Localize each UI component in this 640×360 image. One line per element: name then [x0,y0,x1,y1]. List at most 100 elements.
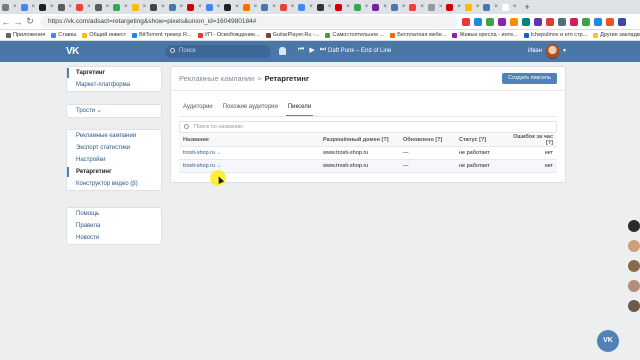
bookmark-item[interactable]: УП - Освобождение... [197,32,260,38]
url-input[interactable]: https://vk.com/adsact=retargeting&show=p… [40,15,458,28]
close-icon[interactable]: × [513,4,517,11]
sidebar-item-news[interactable]: Новости [67,232,161,244]
bookmark-item[interactable]: Другие закладки [593,32,640,38]
close-icon[interactable]: × [328,4,332,11]
col-status[interactable]: Статус [?] [455,134,503,147]
browser-tab-favicon[interactable] [279,3,287,11]
close-icon[interactable]: × [272,4,276,11]
track-title[interactable]: Daft Punk – End of Line [328,48,391,54]
close-icon[interactable]: × [50,4,54,11]
browser-tab-favicon[interactable] [205,3,213,11]
close-icon[interactable]: × [309,4,313,11]
extension-icon[interactable] [498,17,506,26]
extension-icon[interactable] [486,17,494,26]
close-icon[interactable]: × [143,4,147,11]
close-icon[interactable]: × [161,4,165,11]
chevron-down-icon[interactable]: ⌄ [217,150,222,156]
col-errors[interactable]: Ошибок за час [?] [503,134,557,147]
close-icon[interactable]: × [439,4,443,11]
browser-tab-favicon[interactable] [150,3,158,11]
table-row[interactable]: trosti-shop.ru ⌄ www.trosti-shop.ru — не… [179,159,557,173]
notifications-icon[interactable] [279,47,286,55]
sidebar-item-market[interactable]: Маркет-платформа [67,79,161,91]
close-icon[interactable]: × [87,4,91,11]
extension-icon[interactable] [558,17,566,26]
browser-tab-favicon[interactable] [168,3,176,11]
extension-icon[interactable] [594,17,602,26]
bookmark-item[interactable]: Живые кресла - инте... [452,32,518,38]
browser-tab-favicon[interactable] [335,3,343,11]
sidebar-item-campaigns[interactable]: Рекламные кампании [67,130,161,142]
browser-tab-favicon[interactable] [390,3,398,11]
chat-button[interactable]: VK [597,330,619,352]
new-tab-icon[interactable]: + [524,2,529,12]
reload-icon[interactable]: ↻ [24,16,36,27]
close-icon[interactable]: × [32,4,36,11]
bookmark-item[interactable]: GuitarPlayer.Ru -... [265,32,319,38]
browser-tab-favicon[interactable] [242,3,250,11]
sidebar-item-settings[interactable]: Настройки [67,154,161,166]
col-domain[interactable]: Разрешённый домен [?] [319,134,399,147]
close-icon[interactable]: × [291,4,295,11]
browser-tab-favicon[interactable] [2,3,9,11]
play-icon[interactable]: ▶ [309,46,314,54]
close-icon[interactable]: × [365,4,369,11]
user-name[interactable]: Иван [528,48,542,54]
close-icon[interactable]: × [254,4,258,11]
extension-icon[interactable] [522,17,530,26]
browser-tab-favicon[interactable] [446,3,454,11]
browser-tab-favicon[interactable] [261,3,269,11]
tab-lookalike[interactable]: Похожие аудитории [223,104,278,110]
sidebar-item-account[interactable]: Трости ⌄ [67,105,161,117]
breadcrumb-campaigns[interactable]: Рекламные кампании [179,74,254,83]
sidebar-item-help[interactable]: Помощь [67,208,161,220]
sidebar-item-targeting[interactable]: Таргетинг [67,67,161,79]
extension-icon[interactable] [534,17,542,26]
close-icon[interactable]: × [106,4,110,11]
close-icon[interactable]: × [180,4,184,11]
close-icon[interactable]: × [124,4,128,11]
next-track-icon[interactable]: ⏭ [320,46,326,54]
prev-track-icon[interactable]: ⏮ [298,46,304,54]
tab-pixels[interactable]: Пиксели [285,104,314,116]
avatar[interactable] [545,44,560,59]
sidebar-item-video-builder[interactable]: Конструктор видео (β) [67,178,161,190]
close-icon[interactable]: × [235,4,239,11]
extension-icon[interactable] [582,17,590,26]
pixel-name-link[interactable]: trosti-shop.ru [183,150,215,156]
close-icon[interactable]: × [457,4,461,11]
browser-tab-favicon[interactable] [409,3,417,11]
browser-tab-strip[interactable]: × × × × × × × × × × × × × × × × × × × × × × × × × × × × + [0,0,640,14]
browser-tab-favicon[interactable] [427,3,435,11]
extension-icon[interactable] [618,17,626,26]
col-name[interactable]: Название [179,134,319,147]
avatar[interactable] [628,240,640,252]
browser-tab-favicon[interactable] [224,3,232,11]
browser-tab-favicon[interactable] [187,3,195,11]
forward-icon[interactable]: → [12,17,24,27]
browser-tab-favicon[interactable] [298,3,306,11]
browser-tab-favicon[interactable] [464,3,472,11]
sidebar-item-rules[interactable]: Правила [67,220,161,232]
bookmark-item[interactable]: Ichepulinov и его стр... [523,32,587,38]
extension-icon[interactable] [510,17,518,26]
bookmark-item[interactable]: Самостоятельное ... [325,32,384,38]
close-icon[interactable]: × [476,4,480,11]
browser-tab-favicon[interactable] [113,3,121,11]
col-updated[interactable]: Обновлено [?] [399,134,455,147]
sidebar-item-export[interactable]: Экспорт статистики [67,142,161,154]
chevron-down-icon[interactable]: ▼ [562,48,567,54]
back-icon[interactable]: ← [0,17,12,27]
avatar[interactable] [628,220,640,232]
extension-icon[interactable] [546,17,554,26]
bookmark-item[interactable]: Приложения [6,32,45,38]
browser-tab-favicon[interactable] [57,3,65,11]
browser-tab-favicon[interactable] [39,3,47,11]
chevron-down-icon[interactable]: ⌄ [217,163,222,169]
bookmark-item[interactable]: Бесплатная мебе... [390,32,446,38]
close-icon[interactable]: × [217,4,221,11]
browser-tab-favicon[interactable] [76,3,84,11]
avatar[interactable] [628,300,640,312]
close-icon[interactable]: × [494,4,498,11]
table-row[interactable]: trosti-shop.ru ⌄ www.trosti-shop.ru — не… [179,146,557,160]
